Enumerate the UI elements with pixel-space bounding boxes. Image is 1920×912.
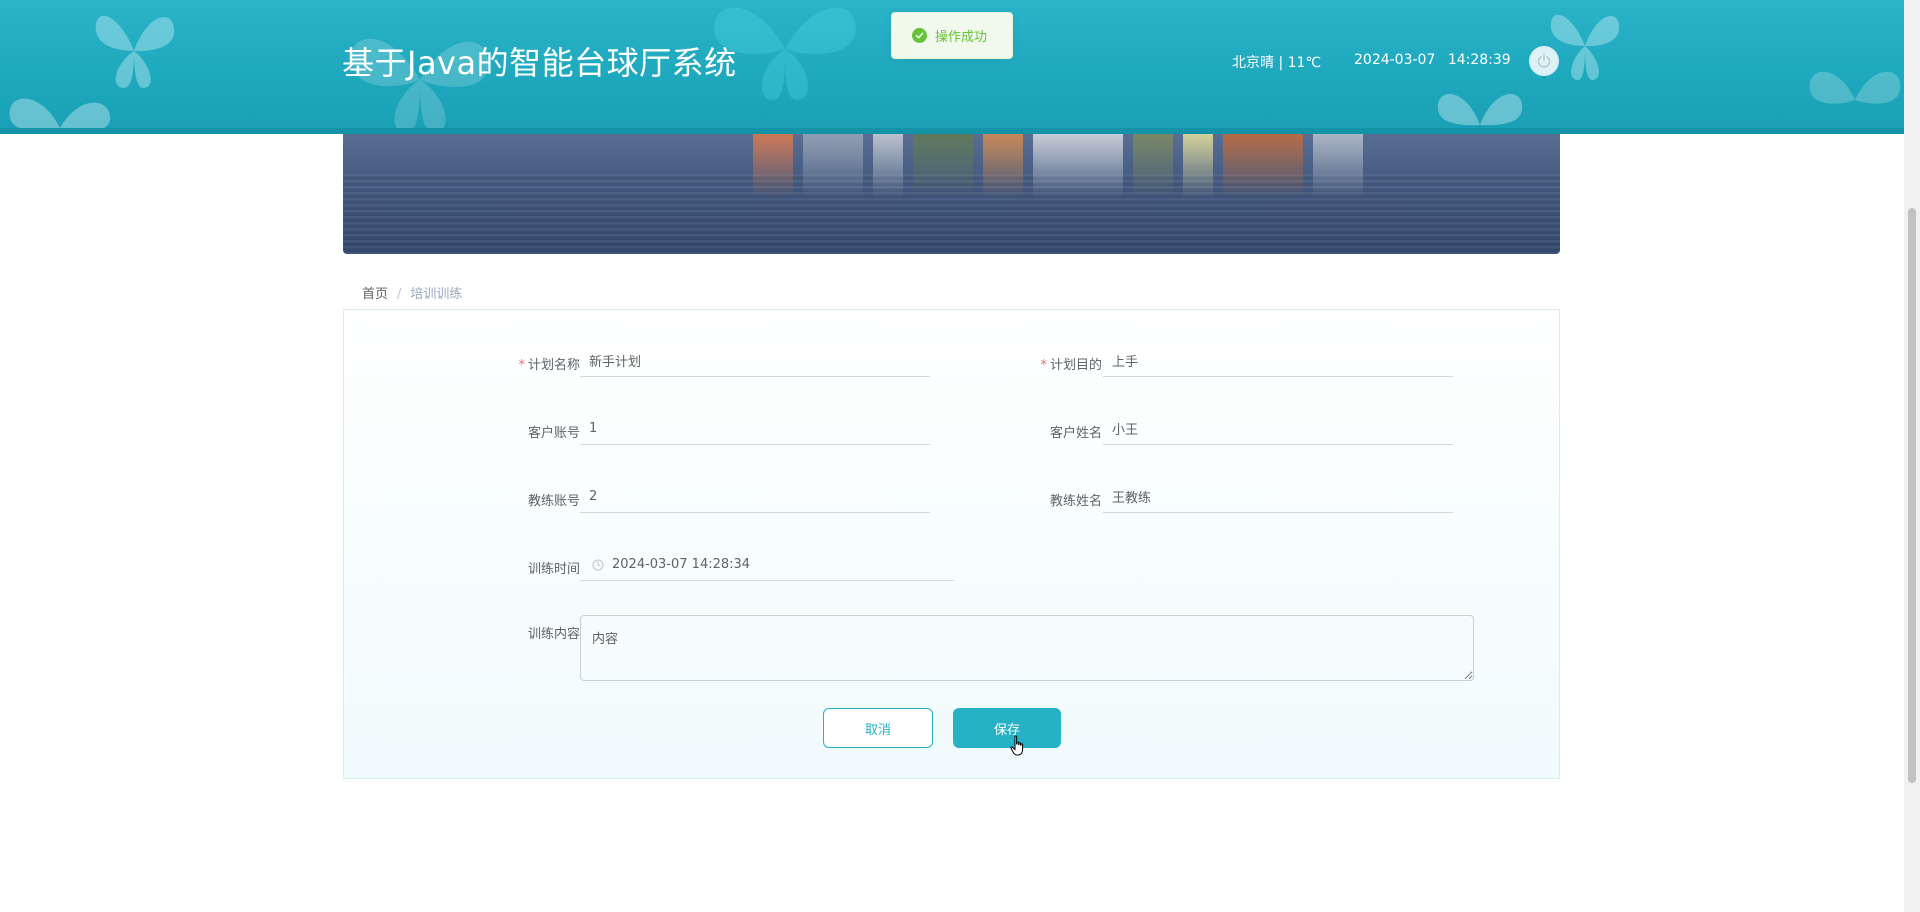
hand-pointer-icon xyxy=(1010,735,1024,756)
training-time-label: 训练时间 xyxy=(527,562,580,577)
plan-name-label: * 计划名称 xyxy=(518,358,580,373)
current-datetime: 2024-03-07 14:28:39 xyxy=(1354,52,1511,68)
breadcrumb-current: 培训训练 xyxy=(410,287,463,302)
coach-name-input[interactable] xyxy=(1103,481,1453,513)
logout-button[interactable] xyxy=(1529,46,1559,76)
breadcrumb-separator: / xyxy=(397,287,402,302)
toast-message: 操作成功 xyxy=(935,30,988,45)
banner-image xyxy=(343,134,1560,254)
success-toast: 操作成功 xyxy=(891,12,1013,59)
customer-name-input[interactable] xyxy=(1103,413,1453,445)
scrollbar-thumb[interactable] xyxy=(1908,208,1916,783)
weather-info: 北京晴 | 11℃ xyxy=(1232,55,1322,71)
plan-goal-input[interactable] xyxy=(1103,345,1453,377)
page-scrollbar[interactable] xyxy=(1904,0,1920,912)
power-icon xyxy=(1537,53,1551,68)
training-time-value: 2024-03-07 14:28:34 xyxy=(612,557,751,572)
training-form-panel: *计划名称 *计划目的 客户账号 客户姓名 教练账号 教练姓名 训练时间 202… xyxy=(343,309,1560,779)
save-button[interactable]: 保存 xyxy=(953,708,1061,748)
required-mark: * xyxy=(518,358,525,373)
butterfly-icon xyxy=(1809,71,1901,104)
training-content-textarea[interactable]: 内容 xyxy=(580,615,1474,681)
butterfly-icon xyxy=(1437,94,1523,126)
butterfly-icon xyxy=(1550,14,1620,81)
current-time: 14:28:39 xyxy=(1447,52,1511,68)
coach-name-label: 教练姓名 xyxy=(1049,494,1102,509)
current-date: 2024-03-07 xyxy=(1354,52,1436,68)
cancel-button[interactable]: 取消 xyxy=(823,708,933,748)
training-content-label: 训练内容 xyxy=(527,627,580,642)
coach-account-label: 教练账号 xyxy=(527,494,580,509)
plan-goal-label: * 计划目的 xyxy=(1040,358,1102,373)
site-title: 基于Java的智能台球厅系统 xyxy=(342,44,737,82)
breadcrumb: 首页 / 培训训练 xyxy=(362,283,462,302)
clock-icon xyxy=(592,559,604,570)
training-time-picker[interactable]: 2024-03-07 14:28:34 xyxy=(580,549,954,581)
butterfly-icon xyxy=(95,15,175,89)
check-circle-icon xyxy=(912,28,927,43)
coach-account-input[interactable] xyxy=(580,481,930,513)
customer-account-label: 客户账号 xyxy=(527,426,580,441)
customer-account-input[interactable] xyxy=(580,413,930,445)
customer-name-label: 客户姓名 xyxy=(1049,426,1102,441)
breadcrumb-home[interactable]: 首页 xyxy=(362,287,388,302)
plan-name-input[interactable] xyxy=(580,345,930,377)
butterfly-icon xyxy=(9,98,111,132)
required-mark: * xyxy=(1040,358,1047,373)
